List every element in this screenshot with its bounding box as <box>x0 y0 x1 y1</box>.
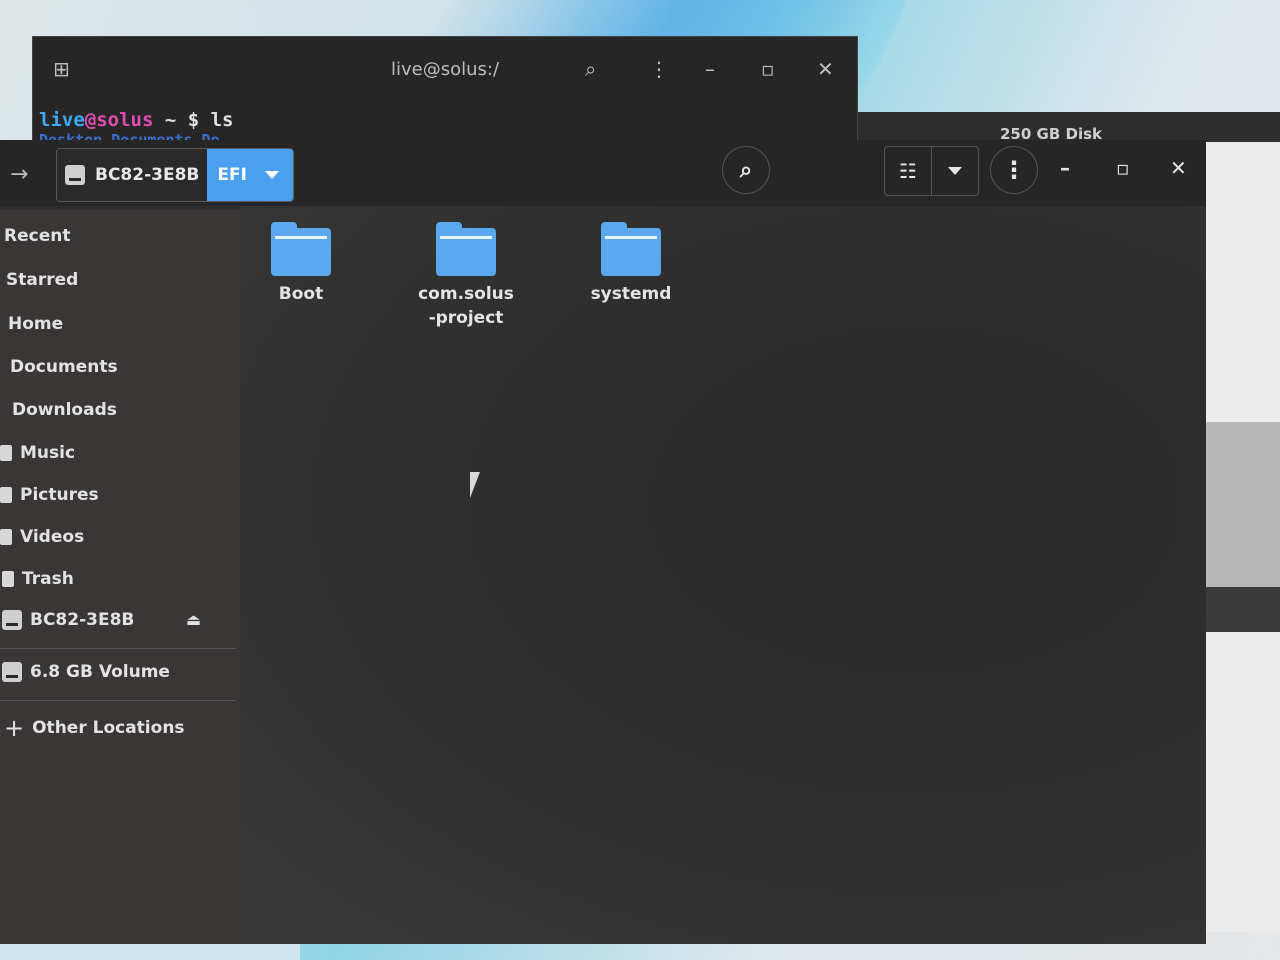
folder-item[interactable]: com.solus-project <box>400 222 532 330</box>
trash-icon <box>2 571 14 587</box>
menu-icon[interactable]: ⋮ <box>649 57 669 81</box>
prompt-user: live <box>39 109 85 131</box>
path-bar[interactable]: BC82-3E8B EFI <box>56 148 294 202</box>
main-menu-button[interactable]: ⋮ <box>990 146 1038 194</box>
search-icon: ⌕ <box>739 157 753 183</box>
prompt-host: solus <box>96 109 154 131</box>
places-sidebar[interactable]: Recent Starred Home Documents Downloads … <box>0 210 240 944</box>
prompt-command: ~ $ ls <box>153 109 234 131</box>
view-toggle-group[interactable]: ☷ <box>884 146 979 196</box>
sidebar-item-documents[interactable]: Documents <box>10 357 118 377</box>
folder-label: Boot <box>278 284 324 304</box>
sidebar-item-label: Recent <box>4 226 71 246</box>
path-crumb-current[interactable]: EFI <box>207 149 293 201</box>
drive-icon <box>2 610 22 630</box>
prompt-at: @ <box>84 109 97 131</box>
minimize-icon[interactable]: – <box>705 57 715 81</box>
sidebar-item-pictures[interactable]: Pictures <box>0 485 99 505</box>
sidebar-item-label: Music <box>20 443 76 463</box>
folder-label: com.solus-project <box>418 284 514 328</box>
pictures-icon <box>0 487 12 503</box>
disk-utility-title: 250 GB Disk <box>850 112 1280 142</box>
folder-item[interactable]: Boot <box>236 222 366 306</box>
sidebar-divider <box>0 700 236 701</box>
sidebar-item-label: Pictures <box>20 485 99 505</box>
terminal-title: live@solus:/ <box>390 59 500 80</box>
close-icon[interactable]: ✕ <box>1170 156 1187 180</box>
sidebar-item-videos[interactable]: Videos <box>0 527 84 547</box>
maximize-icon[interactable]: ▫ <box>761 57 775 81</box>
sidebar-item-recent[interactable]: Recent <box>4 226 70 246</box>
sidebar-item-bc82-3e8b[interactable]: BC82-3E8B <box>2 610 134 630</box>
plus-icon: + <box>4 714 25 742</box>
list-view-icon: ☷ <box>899 159 917 183</box>
sidebar-item-other-locations[interactable]: + Other Locations <box>4 714 185 742</box>
folder-icon <box>601 222 661 276</box>
sidebar-item-label: Downloads <box>12 400 117 420</box>
close-icon[interactable]: ✕ <box>817 57 834 81</box>
sidebar-item-label: Trash <box>22 569 74 589</box>
sidebar-item-6-8-gb-volume[interactable]: 6.8 GB Volume <box>2 662 170 682</box>
mouse-pointer <box>470 472 480 498</box>
device-label: BC82-3E8B <box>95 165 200 185</box>
view-options-button[interactable] <box>931 147 978 195</box>
minimize-icon[interactable]: – <box>1060 156 1070 180</box>
sidebar-item-label: BC82-3E8B <box>30 610 135 630</box>
path-crumb-device[interactable]: BC82-3E8B <box>57 149 208 201</box>
sidebar-item-label: Home <box>8 314 64 334</box>
folder-item[interactable]: systemd <box>566 222 696 306</box>
terminal-titlebar[interactable]: ⊞ live@solus:/ ⌕ ⋮ – ▫ ✕ <box>33 37 857 103</box>
sidebar-item-label: Other Locations <box>32 718 185 738</box>
maximize-icon[interactable]: ▫ <box>1116 156 1130 180</box>
file-view[interactable]: Boot com.solus-project systemd <box>240 206 1206 944</box>
file-manager-headerbar[interactable]: → BC82-3E8B EFI ⌕ ☷ ⋮ – ▫ ✕ <box>0 140 1206 206</box>
menu-icon: ⋮ <box>1002 156 1026 184</box>
chevron-down-icon[interactable] <box>264 171 279 179</box>
sidebar-divider <box>0 648 236 649</box>
sidebar-item-label: Starred <box>6 270 79 290</box>
drive-icon <box>2 662 22 682</box>
current-folder-label: EFI <box>217 165 247 185</box>
desktop-edge <box>0 944 300 960</box>
folder-icon <box>271 222 331 276</box>
search-icon[interactable]: ⌕ <box>585 57 596 81</box>
sidebar-item-label: Videos <box>20 527 85 547</box>
folder-label: systemd <box>590 284 672 304</box>
sidebar-item-home[interactable]: Home <box>8 314 63 334</box>
chevron-down-icon <box>948 167 962 175</box>
forward-arrow-icon[interactable]: → <box>10 162 28 187</box>
folder-icon <box>436 222 496 276</box>
sidebar-item-downloads[interactable]: Downloads <box>12 400 117 420</box>
drive-icon <box>65 165 85 185</box>
videos-icon <box>0 529 12 545</box>
file-manager-window[interactable]: → BC82-3E8B EFI ⌕ ☷ ⋮ – ▫ ✕ Recent Starr… <box>0 140 1206 944</box>
eject-icon[interactable]: ⏏ <box>186 610 201 629</box>
search-button[interactable]: ⌕ <box>722 146 770 194</box>
sidebar-item-trash[interactable]: Trash <box>2 569 74 589</box>
sidebar-item-label: Documents <box>10 357 118 377</box>
sidebar-item-music[interactable]: Music <box>0 443 75 463</box>
list-view-button[interactable]: ☷ <box>885 147 931 195</box>
music-icon <box>0 445 12 461</box>
sidebar-item-label: 6.8 GB Volume <box>30 662 170 682</box>
sidebar-item-starred[interactable]: Starred <box>6 270 78 290</box>
